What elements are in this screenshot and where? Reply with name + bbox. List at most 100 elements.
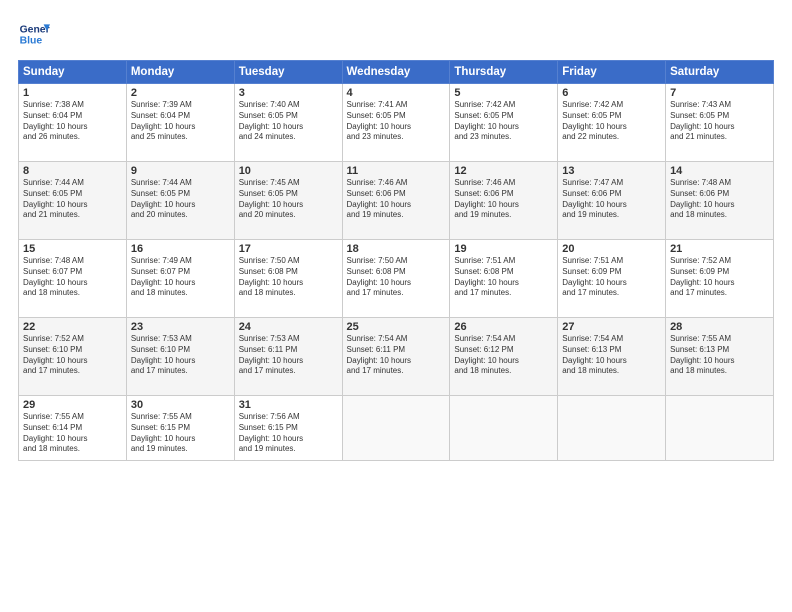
svg-text:Blue: Blue (20, 36, 43, 47)
day-info: Sunrise: 7:48 AMSunset: 6:06 PMDaylight:… (670, 178, 769, 221)
day-number: 1 (23, 87, 122, 99)
day-number: 28 (670, 321, 769, 333)
day-info: Sunrise: 7:55 AMSunset: 6:15 PMDaylight:… (131, 412, 230, 455)
calendar-cell: 11Sunrise: 7:46 AMSunset: 6:06 PMDayligh… (342, 162, 450, 240)
calendar-cell: 22Sunrise: 7:52 AMSunset: 6:10 PMDayligh… (19, 318, 127, 396)
day-number: 20 (562, 243, 661, 255)
calendar-cell (342, 396, 450, 461)
day-number: 13 (562, 165, 661, 177)
weekday-thursday: Thursday (450, 61, 558, 84)
day-number: 21 (670, 243, 769, 255)
calendar-cell: 13Sunrise: 7:47 AMSunset: 6:06 PMDayligh… (558, 162, 666, 240)
day-info: Sunrise: 7:43 AMSunset: 6:05 PMDaylight:… (670, 100, 769, 143)
calendar-cell: 8Sunrise: 7:44 AMSunset: 6:05 PMDaylight… (19, 162, 127, 240)
page: General Blue SundayMondayTuesdayWednesda… (0, 0, 792, 612)
calendar-cell: 25Sunrise: 7:54 AMSunset: 6:11 PMDayligh… (342, 318, 450, 396)
day-number: 17 (239, 243, 338, 255)
day-number: 4 (347, 87, 446, 99)
calendar-cell: 26Sunrise: 7:54 AMSunset: 6:12 PMDayligh… (450, 318, 558, 396)
day-info: Sunrise: 7:54 AMSunset: 6:11 PMDaylight:… (347, 334, 446, 377)
day-info: Sunrise: 7:44 AMSunset: 6:05 PMDaylight:… (131, 178, 230, 221)
day-number: 5 (454, 87, 553, 99)
calendar-cell: 29Sunrise: 7:55 AMSunset: 6:14 PMDayligh… (19, 396, 127, 461)
day-number: 25 (347, 321, 446, 333)
calendar-cell: 3Sunrise: 7:40 AMSunset: 6:05 PMDaylight… (234, 84, 342, 162)
day-info: Sunrise: 7:50 AMSunset: 6:08 PMDaylight:… (347, 256, 446, 299)
logo: General Blue (18, 18, 54, 50)
weekday-wednesday: Wednesday (342, 61, 450, 84)
day-number: 30 (131, 399, 230, 411)
calendar-cell: 19Sunrise: 7:51 AMSunset: 6:08 PMDayligh… (450, 240, 558, 318)
day-info: Sunrise: 7:42 AMSunset: 6:05 PMDaylight:… (562, 100, 661, 143)
calendar-cell: 16Sunrise: 7:49 AMSunset: 6:07 PMDayligh… (126, 240, 234, 318)
calendar-cell: 23Sunrise: 7:53 AMSunset: 6:10 PMDayligh… (126, 318, 234, 396)
calendar-cell: 31Sunrise: 7:56 AMSunset: 6:15 PMDayligh… (234, 396, 342, 461)
day-number: 8 (23, 165, 122, 177)
day-number: 23 (131, 321, 230, 333)
day-info: Sunrise: 7:41 AMSunset: 6:05 PMDaylight:… (347, 100, 446, 143)
header: General Blue (18, 18, 774, 50)
day-info: Sunrise: 7:54 AMSunset: 6:13 PMDaylight:… (562, 334, 661, 377)
weekday-saturday: Saturday (666, 61, 774, 84)
day-number: 16 (131, 243, 230, 255)
day-number: 10 (239, 165, 338, 177)
day-number: 31 (239, 399, 338, 411)
calendar-cell: 24Sunrise: 7:53 AMSunset: 6:11 PMDayligh… (234, 318, 342, 396)
weekday-header-row: SundayMondayTuesdayWednesdayThursdayFrid… (19, 61, 774, 84)
day-number: 15 (23, 243, 122, 255)
day-info: Sunrise: 7:54 AMSunset: 6:12 PMDaylight:… (454, 334, 553, 377)
calendar-cell: 5Sunrise: 7:42 AMSunset: 6:05 PMDaylight… (450, 84, 558, 162)
calendar-cell: 21Sunrise: 7:52 AMSunset: 6:09 PMDayligh… (666, 240, 774, 318)
calendar-cell (450, 396, 558, 461)
weekday-tuesday: Tuesday (234, 61, 342, 84)
day-info: Sunrise: 7:48 AMSunset: 6:07 PMDaylight:… (23, 256, 122, 299)
day-number: 24 (239, 321, 338, 333)
calendar-cell: 18Sunrise: 7:50 AMSunset: 6:08 PMDayligh… (342, 240, 450, 318)
calendar-cell: 27Sunrise: 7:54 AMSunset: 6:13 PMDayligh… (558, 318, 666, 396)
week-row-2: 8Sunrise: 7:44 AMSunset: 6:05 PMDaylight… (19, 162, 774, 240)
day-info: Sunrise: 7:44 AMSunset: 6:05 PMDaylight:… (23, 178, 122, 221)
week-row-5: 29Sunrise: 7:55 AMSunset: 6:14 PMDayligh… (19, 396, 774, 461)
day-info: Sunrise: 7:42 AMSunset: 6:05 PMDaylight:… (454, 100, 553, 143)
day-number: 7 (670, 87, 769, 99)
day-number: 2 (131, 87, 230, 99)
calendar-table: SundayMondayTuesdayWednesdayThursdayFrid… (18, 60, 774, 461)
day-info: Sunrise: 7:50 AMSunset: 6:08 PMDaylight:… (239, 256, 338, 299)
calendar-cell: 30Sunrise: 7:55 AMSunset: 6:15 PMDayligh… (126, 396, 234, 461)
calendar-cell: 17Sunrise: 7:50 AMSunset: 6:08 PMDayligh… (234, 240, 342, 318)
day-number: 14 (670, 165, 769, 177)
calendar-cell: 2Sunrise: 7:39 AMSunset: 6:04 PMDaylight… (126, 84, 234, 162)
day-number: 12 (454, 165, 553, 177)
day-number: 22 (23, 321, 122, 333)
week-row-3: 15Sunrise: 7:48 AMSunset: 6:07 PMDayligh… (19, 240, 774, 318)
calendar-cell: 20Sunrise: 7:51 AMSunset: 6:09 PMDayligh… (558, 240, 666, 318)
day-info: Sunrise: 7:56 AMSunset: 6:15 PMDaylight:… (239, 412, 338, 455)
day-info: Sunrise: 7:46 AMSunset: 6:06 PMDaylight:… (454, 178, 553, 221)
day-info: Sunrise: 7:40 AMSunset: 6:05 PMDaylight:… (239, 100, 338, 143)
calendar-cell: 15Sunrise: 7:48 AMSunset: 6:07 PMDayligh… (19, 240, 127, 318)
calendar-cell: 6Sunrise: 7:42 AMSunset: 6:05 PMDaylight… (558, 84, 666, 162)
calendar-cell: 10Sunrise: 7:45 AMSunset: 6:05 PMDayligh… (234, 162, 342, 240)
day-number: 6 (562, 87, 661, 99)
week-row-1: 1Sunrise: 7:38 AMSunset: 6:04 PMDaylight… (19, 84, 774, 162)
day-info: Sunrise: 7:52 AMSunset: 6:10 PMDaylight:… (23, 334, 122, 377)
day-info: Sunrise: 7:49 AMSunset: 6:07 PMDaylight:… (131, 256, 230, 299)
calendar-cell (558, 396, 666, 461)
day-number: 18 (347, 243, 446, 255)
week-row-4: 22Sunrise: 7:52 AMSunset: 6:10 PMDayligh… (19, 318, 774, 396)
day-info: Sunrise: 7:52 AMSunset: 6:09 PMDaylight:… (670, 256, 769, 299)
day-number: 29 (23, 399, 122, 411)
day-number: 3 (239, 87, 338, 99)
day-info: Sunrise: 7:39 AMSunset: 6:04 PMDaylight:… (131, 100, 230, 143)
day-info: Sunrise: 7:45 AMSunset: 6:05 PMDaylight:… (239, 178, 338, 221)
day-info: Sunrise: 7:55 AMSunset: 6:13 PMDaylight:… (670, 334, 769, 377)
day-number: 27 (562, 321, 661, 333)
day-info: Sunrise: 7:51 AMSunset: 6:09 PMDaylight:… (562, 256, 661, 299)
weekday-monday: Monday (126, 61, 234, 84)
day-info: Sunrise: 7:55 AMSunset: 6:14 PMDaylight:… (23, 412, 122, 455)
day-info: Sunrise: 7:38 AMSunset: 6:04 PMDaylight:… (23, 100, 122, 143)
calendar-cell: 1Sunrise: 7:38 AMSunset: 6:04 PMDaylight… (19, 84, 127, 162)
weekday-friday: Friday (558, 61, 666, 84)
calendar-cell: 4Sunrise: 7:41 AMSunset: 6:05 PMDaylight… (342, 84, 450, 162)
day-info: Sunrise: 7:51 AMSunset: 6:08 PMDaylight:… (454, 256, 553, 299)
